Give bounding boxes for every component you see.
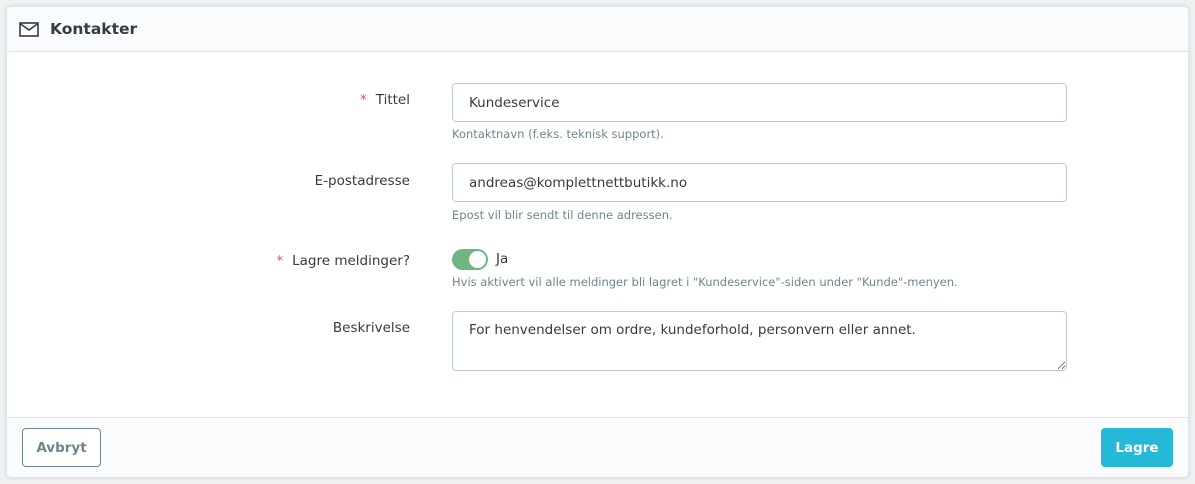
save-messages-label: * Lagre meldinger? — [276, 253, 410, 269]
toggle-knob — [469, 251, 486, 268]
card-footer: Avbryt Lagre — [7, 417, 1188, 477]
required-mark: * — [360, 92, 367, 108]
title-label-text: Tittel — [375, 92, 410, 108]
required-mark: * — [276, 253, 284, 269]
card-header: Kontakter — [7, 7, 1188, 52]
save-messages-help-text: Hvis aktivert vil alle meldinger bli lag… — [452, 275, 958, 289]
description-label: Beskrivelse — [332, 320, 410, 336]
envelope-icon — [19, 20, 41, 38]
toggle-state-label: Ja — [496, 251, 509, 267]
email-label: E-postadresse — [314, 173, 410, 189]
save-button[interactable]: Lagre — [1101, 428, 1173, 467]
title-label: * Tittel — [360, 92, 410, 108]
title-help-text: Kontaktnavn (f.eks. teknisk support). — [452, 127, 664, 141]
save-messages-toggle[interactable] — [452, 249, 488, 270]
card-title: Kontakter — [50, 20, 138, 38]
email-help-text: Epost vil blir sendt til denne adressen. — [452, 208, 673, 222]
contact-form-card: Kontakter * Tittel Kontaktnavn (f.eks. te… — [6, 6, 1189, 478]
title-input[interactable] — [452, 83, 1067, 122]
save-messages-label-text: Lagre meldinger? — [292, 253, 410, 269]
email-input[interactable] — [452, 163, 1067, 202]
description-textarea[interactable]: For henvendelser om ordre, kundeforhold,… — [452, 311, 1067, 371]
cancel-button[interactable]: Avbryt — [22, 428, 101, 467]
